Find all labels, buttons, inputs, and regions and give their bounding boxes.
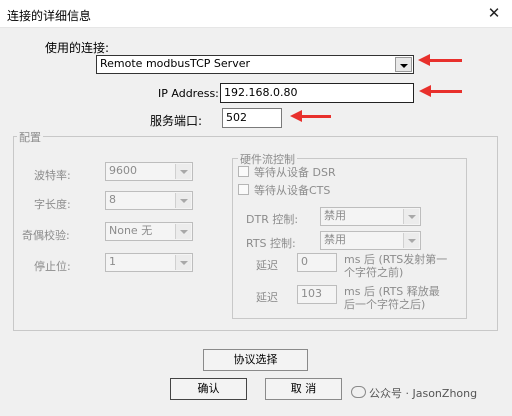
- wait-cts-label: 等待从设备CTS: [254, 184, 331, 197]
- ok-button[interactable]: 确认: [170, 378, 247, 400]
- chat-bubble-icon: [351, 386, 366, 398]
- annotation-arrow-line: [426, 90, 462, 93]
- chevron-down-icon[interactable]: [175, 224, 191, 239]
- dtr-value: 禁用: [324, 209, 346, 222]
- protocol-select-button[interactable]: 协议选择: [203, 349, 308, 371]
- wait-dsr-label: 等待从设备 DSR: [254, 166, 336, 179]
- ip-input[interactable]: 192.168.0.80: [220, 83, 414, 103]
- stop-value: 1: [109, 255, 116, 268]
- parity-value: None 无: [109, 224, 153, 237]
- stop-select[interactable]: 1: [105, 253, 193, 272]
- connection-value: Remote modbusTCP Server: [100, 57, 251, 70]
- window-title: 连接的详细信息: [7, 9, 92, 23]
- length-select[interactable]: 8: [105, 191, 193, 210]
- delay1-input[interactable]: 0: [297, 253, 337, 272]
- annotation-arrow-icon: [418, 54, 430, 66]
- chevron-down-icon[interactable]: [403, 209, 419, 224]
- baud-label: 波特率:: [34, 169, 71, 182]
- chevron-down-icon[interactable]: [175, 193, 191, 208]
- delay2-note-line2: 后一个字符之后): [344, 298, 426, 311]
- watermark-text: 公众号 · JasonZhong: [369, 387, 478, 400]
- chevron-down-icon[interactable]: [403, 233, 419, 248]
- annotation-arrow-line: [297, 115, 331, 118]
- chevron-down-icon[interactable]: [175, 164, 191, 179]
- wait-dsr-checkbox[interactable]: [238, 166, 249, 177]
- wait-cts-checkbox[interactable]: [238, 184, 249, 195]
- cancel-button[interactable]: 取 消: [265, 378, 342, 400]
- dtr-select[interactable]: 禁用: [320, 207, 421, 226]
- port-input[interactable]: 502: [222, 108, 282, 128]
- annotation-arrow-icon: [419, 85, 431, 97]
- rts-select[interactable]: 禁用: [320, 231, 421, 250]
- baud-select[interactable]: 9600: [105, 162, 193, 181]
- delay1-note-line2: 个字符之前): [344, 266, 404, 279]
- chevron-down-icon[interactable]: [175, 255, 191, 270]
- chevron-down-icon[interactable]: [395, 57, 412, 72]
- rts-label: RTS 控制:: [246, 237, 296, 250]
- annotation-arrow-icon: [290, 110, 302, 122]
- length-label: 字长度:: [34, 198, 71, 211]
- length-value: 8: [109, 193, 116, 206]
- parity-label: 奇偶校验:: [22, 229, 70, 242]
- close-icon[interactable]: ✕: [484, 4, 504, 22]
- ip-label: IP Address:: [158, 87, 219, 100]
- delay2-input[interactable]: 103: [297, 285, 337, 304]
- connection-select[interactable]: Remote modbusTCP Server: [96, 55, 414, 74]
- baud-value: 9600: [109, 164, 137, 177]
- dtr-label: DTR 控制:: [246, 213, 299, 226]
- delay1-label: 延迟: [256, 259, 278, 272]
- config-group-title: 配置: [17, 129, 43, 145]
- connection-label: 使用的连接:: [45, 41, 110, 55]
- port-label: 服务端口:: [150, 114, 203, 128]
- parity-select[interactable]: None 无: [105, 222, 193, 241]
- stop-label: 停止位:: [34, 260, 71, 273]
- rts-value: 禁用: [324, 233, 346, 246]
- delay2-label: 延迟: [256, 291, 278, 304]
